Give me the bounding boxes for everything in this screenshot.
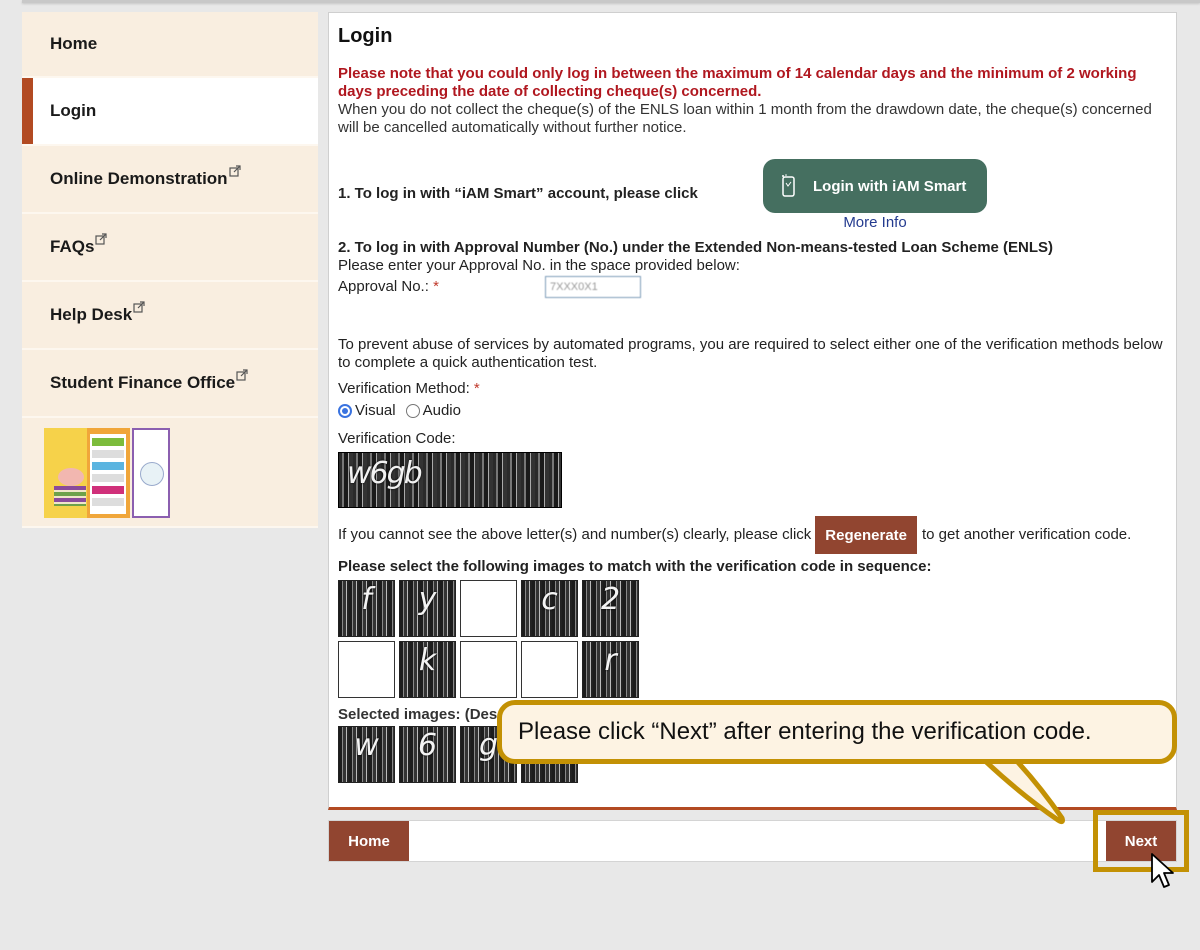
leaflet-page-piggy-bank bbox=[44, 428, 130, 518]
radio-visual[interactable]: Visual bbox=[338, 402, 396, 420]
sidebar-item-student-finance-office[interactable]: Student Finance Office bbox=[22, 350, 318, 418]
iam-smart-button-label: Login with iAM Smart bbox=[813, 177, 967, 195]
login-panel: Login Please note that you could only lo… bbox=[328, 12, 1177, 810]
selected-tile[interactable]: w bbox=[338, 726, 395, 783]
verification-intro: To prevent abuse of services by automate… bbox=[338, 336, 1163, 371]
piggy-bank-icon bbox=[58, 468, 84, 486]
verification-code-label: Verification Code: bbox=[338, 430, 456, 447]
bottom-navigation-bar: Home Next bbox=[328, 820, 1177, 862]
sidebar-item-label: Home bbox=[50, 34, 98, 53]
verification-method-label-text: Verification Method: bbox=[338, 380, 470, 397]
home-button[interactable]: Home bbox=[329, 821, 409, 861]
external-link-icon bbox=[95, 233, 108, 245]
verification-method-label: Verification Method: * bbox=[338, 380, 1166, 398]
selected-tile-char: 6 bbox=[417, 728, 438, 763]
captcha-tile-empty[interactable] bbox=[521, 641, 578, 698]
required-mark: * bbox=[473, 380, 480, 397]
next-button[interactable]: Next bbox=[1106, 821, 1176, 861]
captcha-tile-char: f bbox=[361, 582, 372, 617]
leaflet-page-scale bbox=[132, 428, 170, 518]
approval-number-label-text: Approval No.: bbox=[338, 278, 429, 295]
top-bar bbox=[22, 0, 1200, 3]
radio-label: Audio bbox=[422, 402, 461, 419]
captcha-tile-char: r bbox=[604, 643, 617, 678]
sidebar: Home Login Online Demonstration FAQs Hel… bbox=[22, 12, 318, 528]
sidebar-banner[interactable] bbox=[22, 418, 318, 528]
books-icon bbox=[54, 486, 86, 506]
sidebar-item-help-desk[interactable]: Help Desk bbox=[22, 282, 318, 350]
scale-icon bbox=[140, 462, 164, 486]
leaflet-text-strip bbox=[90, 434, 126, 514]
external-link-icon bbox=[236, 369, 248, 381]
more-info-link[interactable]: More Info bbox=[843, 214, 906, 232]
instruction-callout: Please click “Next” after entering the v… bbox=[497, 700, 1177, 764]
leaflet-thumbnail[interactable] bbox=[44, 428, 318, 518]
radio-audio[interactable]: Audio bbox=[405, 402, 461, 420]
captcha-tile-empty[interactable] bbox=[460, 580, 517, 637]
radio-button-unchecked[interactable] bbox=[405, 404, 420, 418]
verification-method-radios: Visual Audio bbox=[338, 402, 1166, 420]
approval-instruction: Please enter your Approval No. in the sp… bbox=[338, 257, 740, 274]
captcha-tile-empty[interactable] bbox=[338, 641, 395, 698]
login-period-notice: Please note that you could only log in b… bbox=[338, 65, 1137, 100]
sidebar-item-label: Login bbox=[50, 101, 97, 120]
sidebar-item-login[interactable]: Login bbox=[22, 78, 318, 146]
captcha-tile-char: k bbox=[418, 643, 437, 678]
captcha-tile[interactable]: f bbox=[338, 580, 395, 637]
captcha-tile-char: y bbox=[418, 582, 437, 617]
sidebar-item-label: Help Desk bbox=[50, 305, 133, 324]
external-link-icon bbox=[228, 165, 241, 177]
sidebar-item-faqs[interactable]: FAQs bbox=[22, 214, 318, 282]
required-mark: * bbox=[433, 278, 439, 295]
captcha-tile[interactable]: r bbox=[582, 641, 639, 698]
sidebar-item-label: FAQs bbox=[50, 237, 95, 256]
captcha-tile[interactable]: y bbox=[399, 580, 456, 637]
approval-number-label: Approval No.: * bbox=[338, 278, 545, 296]
radio-label: Visual bbox=[355, 402, 396, 419]
external-link-icon bbox=[133, 301, 145, 313]
regenerate-suffix: to get another verification code. bbox=[922, 526, 1132, 543]
captcha-image: w6gb bbox=[338, 452, 562, 508]
captcha-tile[interactable]: c bbox=[521, 580, 578, 637]
sidebar-item-home[interactable]: Home bbox=[22, 12, 318, 78]
regenerate-prefix: If you cannot see the above letter(s) an… bbox=[338, 526, 812, 543]
captcha-text: w6gb bbox=[347, 456, 423, 491]
iam-smart-section: 1. To log in with “iAM Smart” account, p… bbox=[338, 159, 1166, 233]
select-images-instruction: Please select the following images to ma… bbox=[338, 558, 932, 575]
iam-smart-phone-icon bbox=[782, 174, 795, 197]
sidebar-item-label: Student Finance Office bbox=[50, 373, 236, 392]
selected-tile[interactable]: 6 bbox=[399, 726, 456, 783]
page-title: Login bbox=[338, 25, 393, 47]
iam-smart-label: 1. To log in with “iAM Smart” account, p… bbox=[338, 185, 698, 202]
captcha-tile-grid: f y c 2 k r bbox=[338, 580, 1166, 698]
cheque-cancellation-notice: When you do not collect the cheque(s) of… bbox=[338, 101, 1152, 136]
login-with-iam-smart-button[interactable]: Login with iAM Smart bbox=[763, 159, 987, 213]
captcha-tile-char: c bbox=[541, 582, 558, 617]
callout-text: Please click “Next” after entering the v… bbox=[518, 718, 1092, 745]
sidebar-item-label: Online Demonstration bbox=[50, 169, 228, 188]
approval-section-title: 2. To log in with Approval Number (No.) … bbox=[338, 239, 1054, 256]
captcha-tile-empty[interactable] bbox=[460, 641, 517, 698]
radio-button-checked[interactable] bbox=[338, 404, 352, 418]
regenerate-button[interactable]: Regenerate bbox=[815, 516, 917, 554]
captcha-tile[interactable]: 2 bbox=[582, 580, 639, 637]
captcha-tile-char: 2 bbox=[600, 582, 621, 617]
sidebar-item-online-demonstration[interactable]: Online Demonstration bbox=[22, 146, 318, 214]
approval-number-input[interactable] bbox=[545, 276, 641, 298]
selected-tile-char: w bbox=[354, 728, 379, 763]
captcha-tile[interactable]: k bbox=[399, 641, 456, 698]
